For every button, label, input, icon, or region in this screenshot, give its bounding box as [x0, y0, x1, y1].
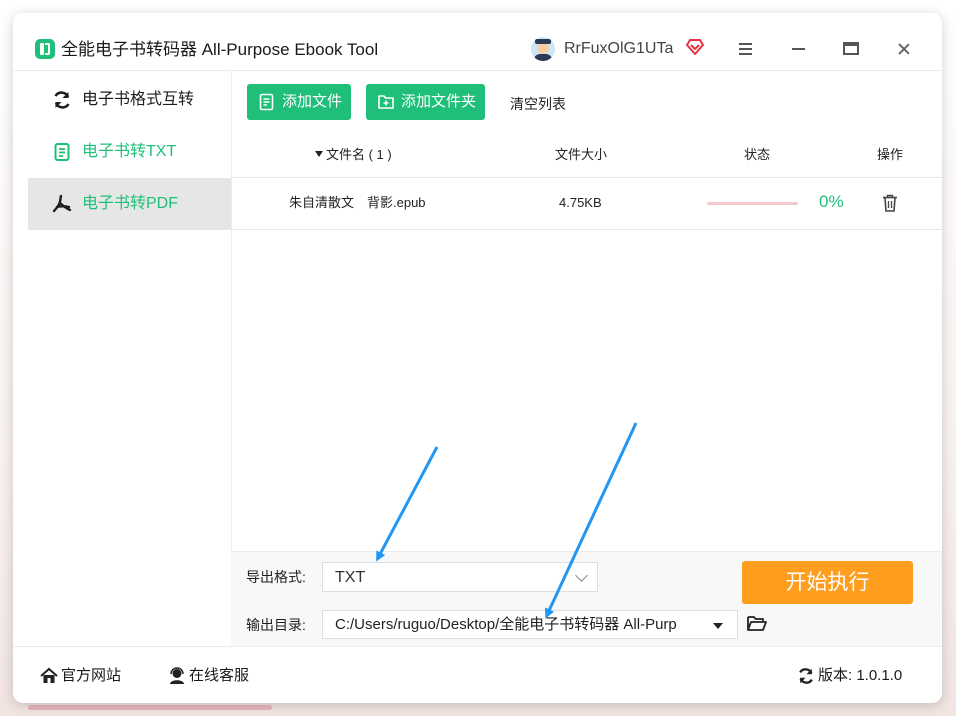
menu-icon[interactable] — [733, 37, 757, 61]
sidebar-item-to-txt[interactable]: 电子书转TXT — [28, 126, 231, 178]
footer: 官方网站 在线客服 版本: 1.0.1.0 — [13, 646, 942, 703]
header-status: 状态 — [744, 147, 771, 162]
maximize-icon[interactable] — [839, 37, 863, 61]
sidebar-item-to-pdf[interactable]: 电子书转PDF — [28, 178, 231, 230]
sidebar: 电子书格式互转 电子书转TXT 电子书转PDF — [28, 70, 232, 646]
online-support-label: 在线客服 — [189, 667, 250, 684]
chevron-down-icon — [575, 569, 588, 582]
add-folder-button[interactable]: 添加文件夹 — [366, 84, 485, 120]
header-filename[interactable]: 文件名 ( 1 ) — [315, 147, 392, 163]
username[interactable]: RrFuxOlG1UTa — [564, 39, 673, 59]
version-label: 版本: 1.0.1.0 — [818, 667, 903, 684]
progress-bar — [707, 202, 798, 205]
official-website-label: 官方网站 — [61, 667, 122, 684]
output-dir-label: 输出目录: — [246, 617, 306, 633]
app-logo-icon — [35, 39, 55, 59]
add-folder-label: 添加文件夹 — [401, 93, 477, 110]
background-bar — [28, 705, 272, 710]
add-folder-icon — [378, 95, 394, 109]
export-settings-panel: 导出格式: TXT 输出目录: C:/Users/ruguo/Desktop/全… — [231, 551, 942, 647]
sidebar-item-label: 电子书转PDF — [82, 195, 179, 212]
add-file-button[interactable]: 添加文件 — [247, 84, 351, 120]
sidebar-item-format-convert[interactable]: 电子书格式互转 — [28, 74, 231, 126]
close-icon[interactable] — [892, 37, 916, 61]
trash-icon[interactable] — [881, 193, 899, 213]
output-dir-select[interactable]: C:/Users/ruguo/Desktop/全能电子书转码器 All-Purp — [322, 610, 738, 639]
refresh-icon — [799, 668, 813, 684]
row-filename: 朱自清散文 背影.epub — [289, 195, 426, 210]
dropdown-arrow-icon — [713, 623, 723, 629]
sidebar-item-label: 电子书格式互转 — [82, 91, 195, 108]
export-format-label: 导出格式: — [246, 569, 306, 585]
support-agent-icon — [170, 667, 184, 684]
table-header: 文件名 ( 1 ) 文件大小 状态 操作 — [231, 133, 942, 178]
output-dir-value: C:/Users/ruguo/Desktop/全能电子书转码器 All-Purp — [335, 616, 677, 633]
minimize-icon[interactable] — [787, 37, 811, 61]
export-format-value: TXT — [335, 569, 366, 586]
user-avatar[interactable] — [531, 37, 555, 61]
vip-diamond-icon[interactable] — [685, 38, 705, 56]
document-icon — [54, 143, 70, 161]
folder-open-icon[interactable] — [746, 614, 768, 632]
header-action: 操作 — [877, 147, 904, 162]
progress-percent: 0% — [819, 192, 844, 211]
start-button[interactable]: 开始执行 — [742, 561, 913, 604]
row-size: 4.75KB — [559, 195, 602, 210]
pdf-icon — [52, 194, 72, 213]
clear-list-button[interactable]: 清空列表 — [510, 95, 566, 113]
home-icon — [40, 667, 58, 683]
add-file-label: 添加文件 — [282, 93, 343, 110]
header-size: 文件大小 — [555, 147, 608, 162]
sidebar-item-label: 电子书转TXT — [82, 143, 177, 160]
app-title: 全能电子书转码器 All-Purpose Ebook Tool — [61, 40, 379, 59]
table-row[interactable]: 朱自清散文 背影.epub 4.75KB 0% — [231, 177, 942, 230]
add-file-icon — [259, 93, 274, 111]
refresh-icon — [54, 91, 70, 109]
title-bar: 全能电子书转码器 All-Purpose Ebook Tool RrFuxOlG… — [13, 13, 942, 71]
export-format-select[interactable]: TXT — [322, 562, 598, 592]
sort-down-icon — [315, 151, 323, 157]
app-window: 全能电子书转码器 All-Purpose Ebook Tool RrFuxOlG… — [13, 13, 942, 703]
